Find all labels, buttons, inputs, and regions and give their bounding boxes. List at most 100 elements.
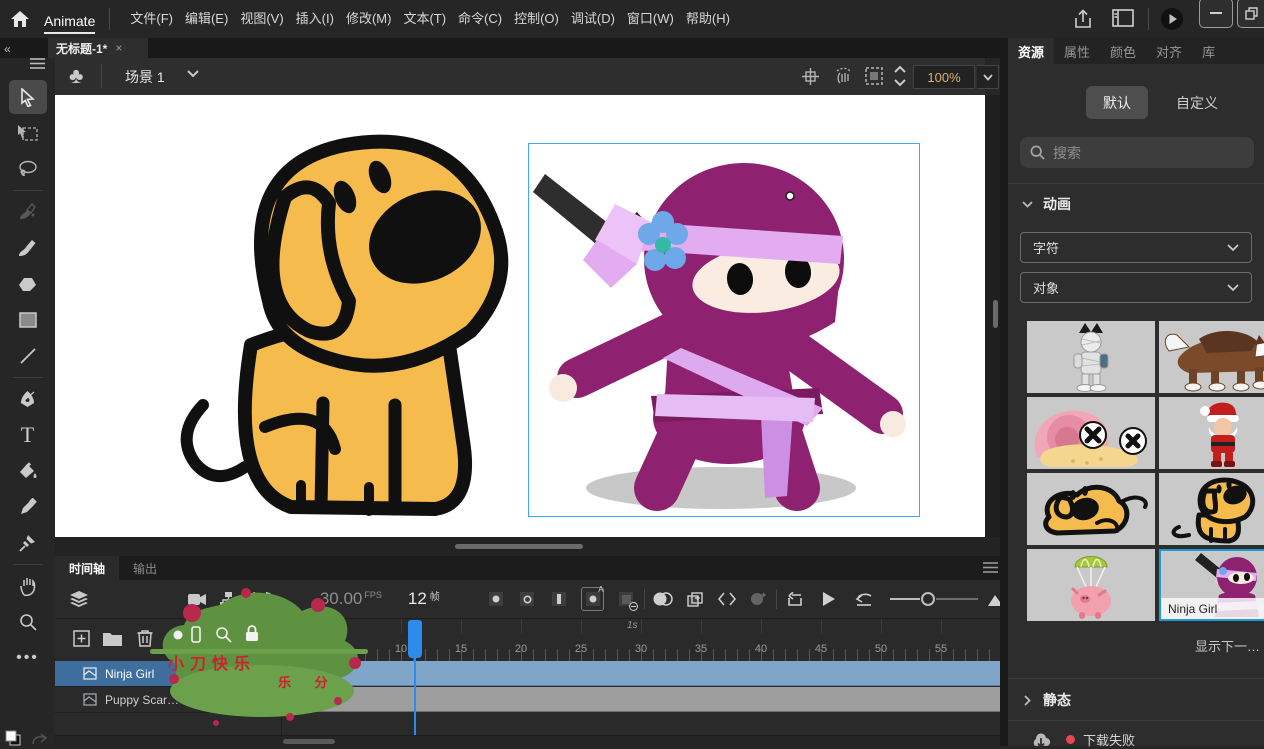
insert-keyframe-icon[interactable] bbox=[486, 589, 506, 609]
brush-tool[interactable] bbox=[9, 231, 47, 265]
tab-library[interactable]: 库 bbox=[1192, 38, 1225, 64]
minimize-button[interactable] bbox=[1199, 0, 1233, 28]
menu-insert[interactable]: 插入(I) bbox=[290, 0, 340, 38]
asset-thumb-puppy-lying[interactable] bbox=[1027, 473, 1155, 545]
scene-chevron-icon[interactable] bbox=[187, 70, 199, 78]
tab-properties[interactable]: 属性 bbox=[1054, 38, 1100, 64]
tab-output[interactable]: 输出 bbox=[119, 556, 171, 580]
asset-thumb-snail[interactable] bbox=[1027, 397, 1155, 469]
filter-character-dropdown[interactable]: 字符 bbox=[1020, 232, 1252, 263]
remove-frame-icon[interactable] bbox=[616, 589, 636, 609]
asset-thumb-santa[interactable] bbox=[1159, 397, 1264, 469]
timeline-zoom-slider[interactable] bbox=[890, 592, 978, 606]
menu-debug[interactable]: 调试(D) bbox=[565, 0, 621, 38]
lock-column-icon[interactable] bbox=[245, 625, 259, 642]
rotation-tool-icon[interactable] bbox=[834, 67, 852, 85]
pen-tool[interactable] bbox=[9, 382, 47, 416]
app-name[interactable]: Animate bbox=[44, 4, 95, 34]
rectangle-tool[interactable] bbox=[9, 303, 47, 337]
chevron-down-icon[interactable] bbox=[1022, 201, 1033, 208]
panel-divider[interactable] bbox=[1000, 38, 1008, 746]
zoom-value[interactable]: 100% bbox=[913, 65, 975, 89]
menu-control[interactable]: 控制(O) bbox=[508, 0, 565, 38]
asset-thumb-puppy-sitting[interactable] bbox=[1159, 473, 1264, 545]
timeline-ruler[interactable]: 5 10 15 20 25 30 35 40 45 50 55 1s bbox=[281, 619, 1008, 661]
tab-close-icon[interactable]: × bbox=[115, 41, 122, 55]
timeline-menu-icon[interactable] bbox=[983, 562, 998, 573]
filter-object-dropdown[interactable]: 对象 bbox=[1020, 272, 1252, 303]
selection-tool[interactable] bbox=[9, 80, 47, 114]
search-input[interactable] bbox=[1053, 137, 1244, 168]
play-button[interactable] bbox=[819, 589, 839, 609]
tab-color[interactable]: 颜色 bbox=[1100, 38, 1146, 64]
document-tab[interactable]: 无标题-1* × bbox=[48, 38, 148, 58]
section-static-label[interactable]: 静态 bbox=[1043, 690, 1071, 710]
puppy-artwork[interactable] bbox=[173, 105, 521, 533]
menu-command[interactable]: 命令(C) bbox=[452, 0, 508, 38]
filters-icon[interactable] bbox=[748, 589, 768, 609]
onion-skin-icon[interactable] bbox=[653, 589, 673, 609]
timeline-horizontal-scrollbar[interactable] bbox=[55, 735, 1008, 746]
line-tool[interactable] bbox=[9, 339, 47, 373]
asset-thumb-ninja-girl[interactable]: Ninja Girl bbox=[1159, 549, 1264, 621]
menu-window[interactable]: 窗口(W) bbox=[621, 0, 680, 38]
insert-blank-keyframe-icon[interactable] bbox=[518, 589, 538, 609]
new-layer-icon[interactable] bbox=[73, 630, 90, 647]
current-frame[interactable]: 12 bbox=[408, 589, 427, 609]
center-stage-icon[interactable] bbox=[802, 68, 819, 85]
text-tool[interactable]: T bbox=[9, 418, 47, 452]
auto-keyframe-icon[interactable]: A bbox=[581, 587, 604, 611]
code-snippets-icon[interactable] bbox=[717, 589, 737, 609]
toolbar-menu-icon[interactable] bbox=[30, 58, 45, 69]
chevron-right-icon[interactable] bbox=[1024, 695, 1031, 706]
insert-frame-icon[interactable] bbox=[549, 589, 569, 609]
loop-icon[interactable] bbox=[785, 589, 805, 609]
stage-canvas[interactable] bbox=[55, 95, 985, 537]
tab-assets[interactable]: 资源 bbox=[1008, 38, 1054, 64]
menu-file[interactable]: 文件(F) bbox=[124, 0, 179, 38]
cloud-download-icon[interactable] bbox=[1030, 731, 1052, 748]
section-animated-label[interactable]: 动画 bbox=[1043, 194, 1071, 214]
workspace-icon[interactable] bbox=[1112, 9, 1134, 27]
hand-tool[interactable] bbox=[9, 569, 47, 603]
rewind-loop-icon[interactable] bbox=[854, 589, 874, 609]
highlight-dot-icon[interactable] bbox=[173, 630, 183, 640]
menu-edit[interactable]: 编辑(E) bbox=[179, 0, 234, 38]
menu-modify[interactable]: 修改(M) bbox=[340, 0, 398, 38]
tab-align[interactable]: 对齐 bbox=[1146, 38, 1192, 64]
fluid-brush-tool[interactable] bbox=[9, 195, 47, 229]
asset-thumb-pig-parachute[interactable] bbox=[1027, 549, 1155, 621]
menu-view[interactable]: 视图(V) bbox=[234, 0, 289, 38]
collapse-panel-icon[interactable]: « bbox=[4, 42, 11, 56]
zoom-stepper[interactable] bbox=[893, 64, 907, 88]
lasso-tool[interactable] bbox=[9, 152, 47, 186]
ninja-girl-artwork[interactable] bbox=[531, 146, 917, 514]
more-tools-icon[interactable]: ••• bbox=[9, 641, 47, 675]
share-icon[interactable] bbox=[1072, 8, 1094, 30]
outline-column-icon[interactable] bbox=[191, 626, 201, 643]
redo-icon[interactable] bbox=[32, 732, 48, 746]
show-next-link[interactable]: 显示下一… bbox=[1195, 636, 1260, 655]
new-folder-icon[interactable] bbox=[103, 631, 122, 646]
asset-thumb-wolf[interactable] bbox=[1159, 321, 1264, 393]
asset-warp-tool[interactable] bbox=[9, 526, 47, 560]
scene-name[interactable]: 场景 1 bbox=[125, 67, 165, 87]
layers-stack-icon[interactable] bbox=[69, 589, 89, 609]
color-swap-icon[interactable] bbox=[5, 730, 21, 746]
layer-name[interactable]: Ninja Girl bbox=[105, 667, 154, 681]
paste-duplicate-icon[interactable] bbox=[685, 589, 705, 609]
eyedropper-tool[interactable] bbox=[9, 490, 47, 524]
tab-timeline[interactable]: 时间轴 bbox=[55, 556, 119, 580]
free-transform-tool[interactable] bbox=[9, 116, 47, 150]
search-box[interactable] bbox=[1020, 137, 1254, 168]
menu-help[interactable]: 帮助(H) bbox=[680, 0, 736, 38]
menu-text[interactable]: 文本(T) bbox=[397, 0, 452, 38]
mode-custom-button[interactable]: 自定义 bbox=[1166, 86, 1228, 119]
quick-share-play-icon[interactable] bbox=[1160, 7, 1184, 31]
asset-thumb-mummy[interactable] bbox=[1027, 321, 1155, 393]
home-icon[interactable] bbox=[10, 9, 30, 29]
show-hide-eye-icon[interactable] bbox=[215, 626, 232, 643]
frame-band-ninja[interactable] bbox=[281, 661, 1006, 686]
stage-horizontal-scrollbar[interactable] bbox=[55, 537, 1008, 556]
clip-content-icon[interactable] bbox=[865, 67, 883, 85]
